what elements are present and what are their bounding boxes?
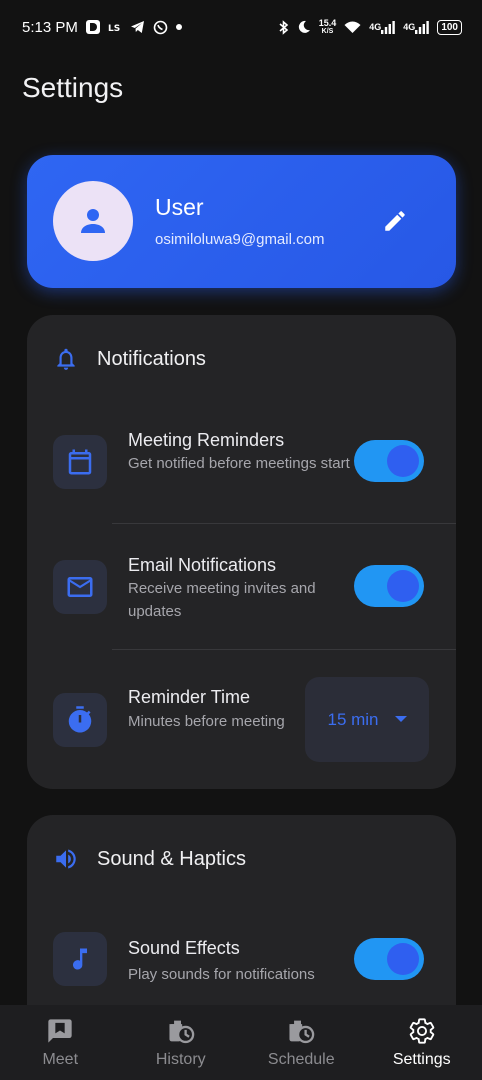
mail-icon-box [53, 560, 107, 614]
network-speed-icon: 15.4 K/S [318, 18, 337, 36]
nav-label-settings: Settings [392, 1051, 451, 1068]
schedule-icon [289, 1020, 315, 1044]
calendar-icon-box [53, 435, 107, 489]
nav-label-schedule: Schedule [267, 1051, 335, 1068]
meeting-reminders-subtitle: Get notified before meetings start [128, 455, 350, 472]
divider [112, 523, 456, 524]
bluetooth-icon [279, 19, 289, 35]
status-bar: 5:13 PM LS 15.4 K/S 4G 4G 100 [0, 0, 482, 54]
music-icon-box [53, 932, 107, 986]
nav-item-history[interactable]: History [121, 1005, 241, 1080]
toggle-knob [387, 943, 419, 975]
network-type-2: 4G [403, 21, 416, 32]
calendar-icon [68, 449, 92, 475]
edit-profile-button[interactable] [379, 205, 411, 237]
email-notifications-toggle[interactable] [354, 565, 424, 607]
app-d-icon [85, 20, 100, 34]
toggle-knob [387, 570, 419, 602]
telegram-icon [130, 20, 145, 34]
notifications-section: Notifications Meeting Reminders Get noti… [27, 315, 456, 789]
speaker-icon [56, 849, 76, 869]
bell-icon [57, 348, 75, 370]
page-title: Settings [22, 72, 124, 103]
meeting-reminders-title: Meeting Reminders [128, 430, 285, 450]
app-ls-icon: LS [108, 22, 122, 32]
signal-1-icon: 4G [369, 20, 396, 34]
toggle-knob [387, 445, 419, 477]
signal-2-icon: 4G [403, 20, 430, 34]
moon-icon [297, 20, 311, 34]
reminder-time-title: Reminder Time [128, 687, 251, 707]
reminder-time-value: 15 min [327, 709, 379, 729]
sound-effects-subtitle: Play sounds for notifications [128, 966, 315, 983]
setting-row-email-notifications: Email Notifications Receive meeting invi… [27, 550, 456, 646]
setting-row-reminder-time: Reminder Time Minutes before meeting 15 … [27, 677, 456, 773]
notifications-title: Notifications [97, 347, 206, 370]
network-speed-unit: K/S [321, 28, 334, 35]
dropdown-arrow-icon [394, 715, 407, 722]
profile-name: User [155, 194, 204, 220]
whatsapp-icon [153, 20, 168, 35]
nav-item-meet[interactable]: Meet [0, 1005, 120, 1080]
svg-text:LS: LS [108, 24, 120, 32]
mail-icon [67, 577, 93, 597]
reminder-time-dropdown[interactable]: 15 min [305, 677, 429, 762]
meet-icon [48, 1019, 72, 1043]
sound-effects-title: Sound Effects [128, 938, 240, 958]
notifications-header: Notifications [53, 345, 206, 373]
profile-card[interactable]: User osimiloluwa9@gmail.com [27, 155, 456, 288]
reminder-time-subtitle: Minutes before meeting [128, 713, 285, 730]
bottom-nav: Meet History Schedule Settings [0, 1005, 482, 1080]
nav-item-settings[interactable]: Settings [362, 1005, 482, 1080]
history-icon [169, 1020, 195, 1044]
gear-icon [409, 1018, 435, 1044]
battery-icon: 100 [437, 19, 462, 35]
nav-label-history: History [155, 1051, 206, 1068]
sound-effects-toggle[interactable] [354, 938, 424, 980]
email-notifications-subtitle: Receive meeting invites and updates [128, 580, 316, 620]
meeting-reminders-toggle[interactable] [354, 440, 424, 482]
status-right: 15.4 K/S 4G 4G 100 [279, 19, 462, 35]
status-time: 5:13 PM [22, 18, 78, 36]
timer-icon-box [53, 693, 107, 747]
setting-row-meeting-reminders: Meeting Reminders Get notified before me… [27, 425, 456, 521]
sound-title: Sound & Haptics [97, 847, 246, 870]
setting-row-sound-effects: Sound Effects Play sounds for notificati… [27, 930, 456, 1010]
music-note-icon [73, 948, 87, 970]
pencil-icon [385, 211, 405, 231]
email-notifications-title: Email Notifications [128, 555, 277, 575]
status-left: 5:13 PM LS [22, 19, 182, 36]
wifi-icon [344, 21, 361, 34]
divider [112, 649, 456, 650]
profile-email: osimiloluwa9@gmail.com [155, 231, 325, 248]
nav-item-schedule[interactable]: Schedule [241, 1005, 361, 1080]
avatar [53, 181, 133, 261]
nav-label-meet: Meet [42, 1051, 79, 1068]
timer-icon [68, 706, 92, 733]
dot-icon [175, 24, 182, 30]
person-icon [81, 209, 105, 233]
network-speed-value: 15.4 [318, 18, 337, 28]
sound-header: Sound & Haptics [53, 845, 246, 873]
network-type-1: 4G [369, 21, 382, 32]
